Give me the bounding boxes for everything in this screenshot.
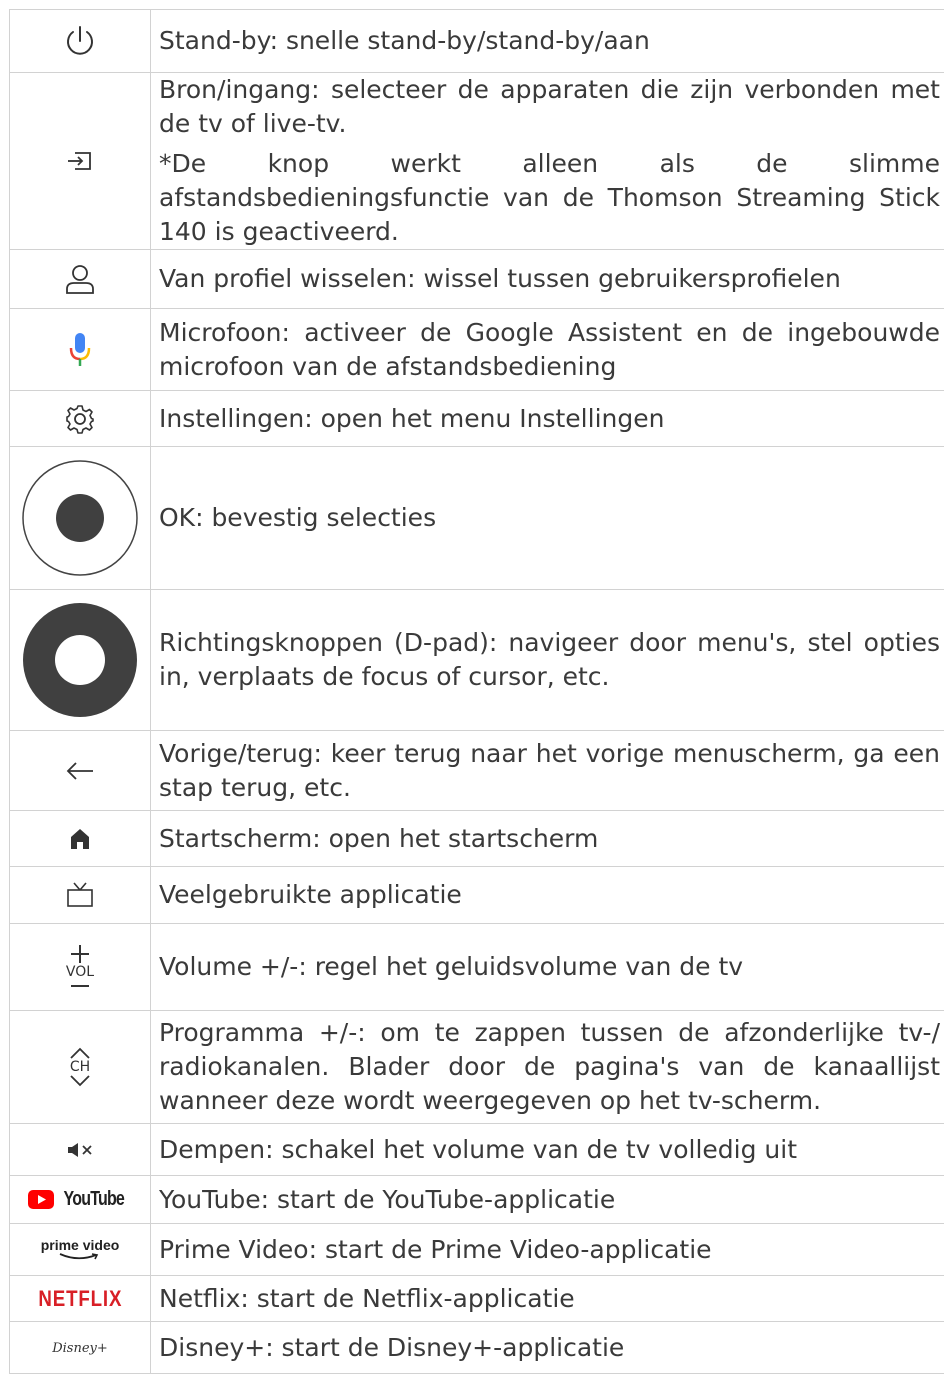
netflix-logo: NETFLIX xyxy=(38,1286,122,1312)
table-row: Bron/ingang: selecteer de apparaten die … xyxy=(10,73,944,250)
volume-icon: VOL xyxy=(66,943,94,991)
mute-icon xyxy=(65,1141,95,1159)
row-description: YouTube: start de YouTube-applicatie xyxy=(159,1183,940,1217)
channel-icon: CH xyxy=(68,1046,92,1088)
chevron-up-icon xyxy=(68,1046,92,1060)
row-description: Van profiel wisselen: wissel tussen gebr… xyxy=(159,262,940,296)
prime-video-logo: prime video xyxy=(41,1238,120,1261)
settings-gear-icon xyxy=(64,403,96,435)
tv-app-icon xyxy=(65,881,95,909)
table-row: prime video Prime Video: start de Prime … xyxy=(10,1224,944,1276)
profile-icon xyxy=(63,262,97,296)
table-row: Vorige/terug: keer terug naar het vorige… xyxy=(10,731,944,811)
row-description: Startscherm: open het startscherm xyxy=(159,822,940,856)
table-row: Disney+ Disney+: start de Disney+-applic… xyxy=(10,1322,944,1374)
row-description: OK: bevestig selecties xyxy=(159,501,940,535)
row-description: Volume +/-: regel het geluidsvolume van … xyxy=(159,950,940,984)
remote-buttons-table: Stand-by: snelle stand-by/stand-by/aan B… xyxy=(9,9,944,1374)
table-row: NETFLIX Netflix: start de Netflix-applic… xyxy=(10,1276,944,1322)
input-source-icon xyxy=(65,149,95,173)
row-description: Vorige/terug: keer terug naar het vorige… xyxy=(159,737,940,805)
table-row: Startscherm: open het startscherm xyxy=(10,811,944,867)
channel-label: CH xyxy=(70,1060,90,1074)
table-row: Stand-by: snelle stand-by/stand-by/aan xyxy=(10,10,944,73)
plus-icon xyxy=(69,943,91,965)
row-description: Disney+: start de Disney+-applicatie xyxy=(159,1331,940,1365)
row-description: Microfoon: activeer de Google Assistent … xyxy=(159,316,940,384)
row-description: Prime Video: start de Prime Video-applic… xyxy=(159,1233,940,1267)
table-row: CH Programma +/-: om te zappen tussen de… xyxy=(10,1011,944,1124)
row-description: Richtingsknoppen (D-pad): navigeer door … xyxy=(159,626,940,694)
table-row: YouTube YouTube: start de YouTube-applic… xyxy=(10,1176,944,1224)
microphone-icon xyxy=(68,331,92,369)
table-row: Veelgebruikte applicatie xyxy=(10,867,944,924)
table-row: Van profiel wisselen: wissel tussen gebr… xyxy=(10,250,944,309)
power-icon xyxy=(63,24,97,58)
table-row: VOL Volume +/-: regel het geluidsvolume … xyxy=(10,924,944,1011)
prime-video-wordmark: prime video xyxy=(41,1238,120,1252)
back-arrow-icon xyxy=(65,761,95,781)
youtube-play-icon xyxy=(28,1190,54,1209)
dpad-icon xyxy=(22,602,138,718)
table-row: Dempen: schakel het volume van de tv vol… xyxy=(10,1124,944,1176)
home-icon xyxy=(68,827,92,851)
chevron-down-icon xyxy=(68,1074,92,1088)
row-description: Programma +/-: om te zappen tussen de af… xyxy=(159,1016,940,1118)
volume-label: VOL xyxy=(66,965,94,979)
table-row: Microfoon: activeer de Google Assistent … xyxy=(10,309,944,391)
row-note: *De knop werkt alleen als de slimme afst… xyxy=(159,147,940,249)
row-description: Stand-by: snelle stand-by/stand-by/aan xyxy=(159,24,940,58)
minus-icon xyxy=(69,979,91,991)
row-description: Veelgebruikte applicatie xyxy=(159,878,940,912)
disney-plus-logo: Disney+ xyxy=(52,1341,108,1356)
table-row: Richtingsknoppen (D-pad): navigeer door … xyxy=(10,590,944,731)
row-description: Bron/ingang: selecteer de apparaten die … xyxy=(159,73,940,141)
row-description: Netflix: start de Netflix-applicatie xyxy=(159,1282,940,1316)
youtube-logo: YouTube xyxy=(28,1188,132,1211)
youtube-wordmark: YouTube xyxy=(64,1188,124,1211)
row-description: Dempen: schakel het volume van de tv vol… xyxy=(159,1133,940,1167)
row-description: Instellingen: open het menu Instellingen xyxy=(159,402,940,436)
ok-button-icon xyxy=(21,459,139,577)
table-row: OK: bevestig selecties xyxy=(10,447,944,590)
prime-smile-icon xyxy=(58,1252,102,1261)
table-row: Instellingen: open het menu Instellingen xyxy=(10,391,944,447)
